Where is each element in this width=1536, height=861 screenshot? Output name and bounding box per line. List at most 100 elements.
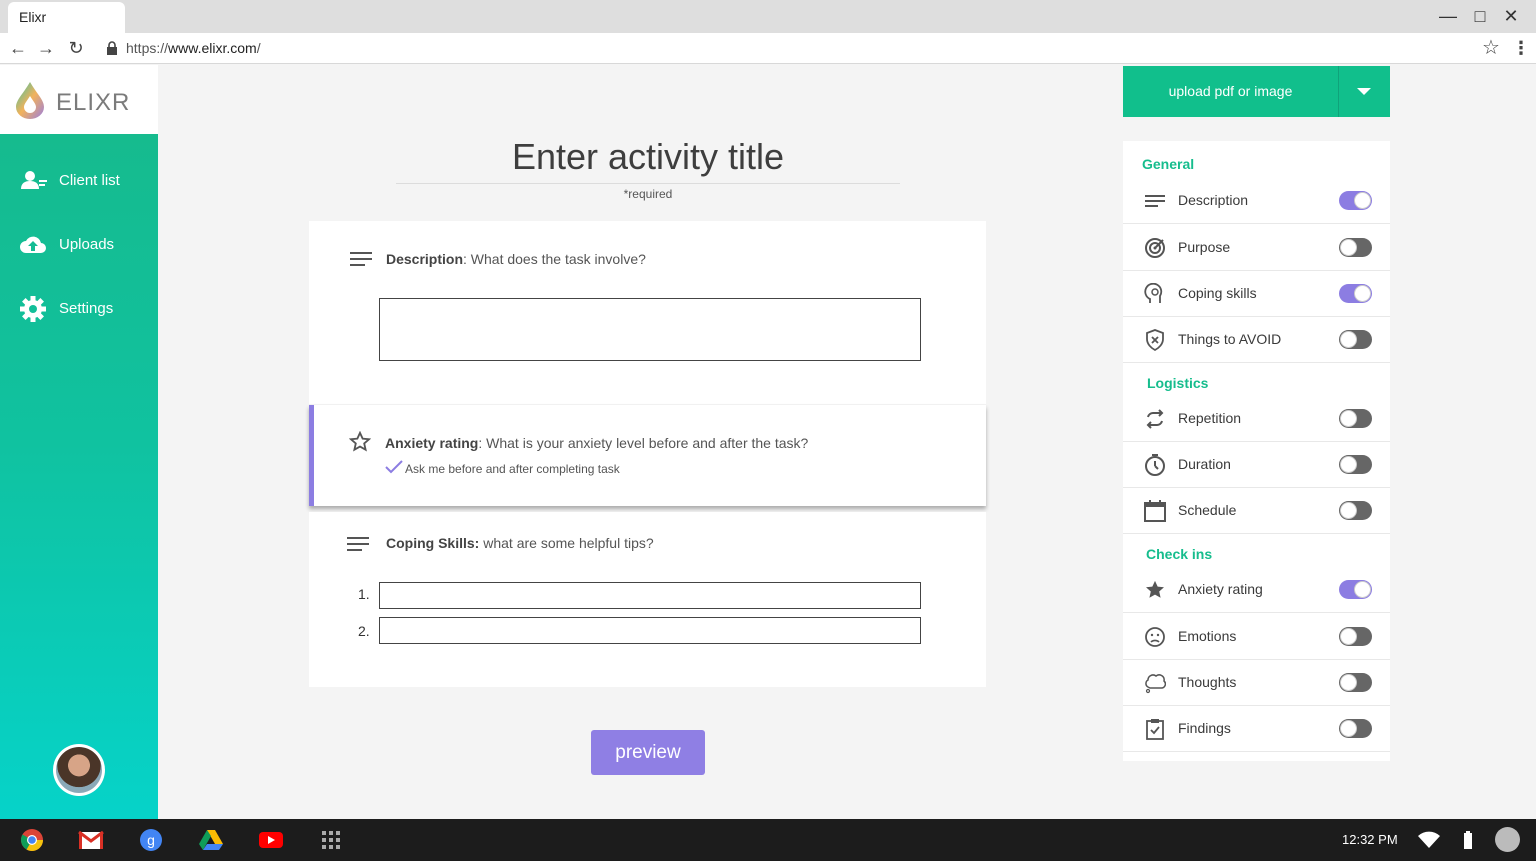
panel-row-description[interactable]: Description (1123, 178, 1390, 224)
row-label: Findings (1178, 720, 1231, 736)
toggle-switch[interactable] (1339, 673, 1372, 692)
panel-row-coping-skills[interactable]: Coping skills (1123, 271, 1390, 317)
preview-button[interactable]: preview (591, 730, 705, 775)
panel-row-repetition[interactable]: Repetition (1123, 396, 1390, 442)
toggle-switch[interactable] (1339, 409, 1372, 428)
lines-icon (1145, 195, 1165, 207)
app-launcher-icon[interactable] (318, 828, 344, 852)
toggle-switch[interactable] (1339, 719, 1372, 738)
youtube-icon[interactable] (258, 828, 284, 852)
toggle-switch[interactable] (1339, 330, 1372, 349)
description-prompt: : What does the task involve? (463, 251, 646, 267)
url-text: https://www.elixr.com/ (126, 40, 261, 56)
clock[interactable]: 12:32 PM (1342, 832, 1398, 847)
head-icon (1144, 283, 1163, 303)
forward-icon[interactable]: → (35, 37, 57, 59)
coping-tip-input-1[interactable] (379, 582, 921, 609)
coping-tip-input-2[interactable] (379, 617, 921, 644)
anxiety-prompt: : What is your anxiety level before and … (478, 435, 809, 451)
address-bar[interactable]: https://www.elixr.com/ (100, 36, 1508, 60)
battery-icon[interactable] (1455, 828, 1481, 852)
row-label: Things to AVOID (1178, 331, 1282, 347)
sidebar-item-uploads[interactable]: Uploads (0, 225, 158, 265)
sad-face-icon (1145, 627, 1165, 647)
list-number: 2. (358, 623, 370, 639)
google-search-icon[interactable]: g (138, 828, 164, 852)
browser-tab-strip: Elixr — □ ✕ (0, 0, 1536, 33)
description-label: Description (386, 251, 464, 267)
upload-label: upload pdf or image (1168, 83, 1293, 99)
target-icon (1145, 238, 1165, 258)
toggle-switch[interactable] (1339, 284, 1372, 303)
maximize-icon[interactable]: □ (1469, 6, 1491, 28)
os-taskbar: g 12:32 PM (0, 819, 1536, 861)
coping-prompt: what are some helpful tips? (479, 535, 654, 551)
row-label: Thoughts (1178, 674, 1237, 690)
menu-dots-icon[interactable]: ⋮ (1510, 37, 1532, 59)
row-label: Anxiety rating (1178, 581, 1263, 597)
anxiety-check-text: Ask me before and after completing task (405, 462, 620, 476)
shield-x-icon (1146, 329, 1164, 351)
user-account-icon[interactable] (1495, 827, 1520, 852)
list-number: 1. (358, 586, 370, 602)
activity-title-input[interactable]: Enter activity title (396, 136, 900, 184)
url-prefix: https:// (126, 40, 169, 56)
toggle-switch[interactable] (1339, 501, 1372, 520)
panel-row-schedule[interactable]: Schedule (1123, 488, 1390, 534)
row-label: Coping skills (1178, 285, 1257, 301)
cloud-upload-icon (20, 236, 46, 253)
panel-row-duration[interactable]: Duration (1123, 442, 1390, 488)
lines-icon (350, 252, 372, 268)
sidebar-item-label: Settings (59, 300, 114, 317)
sidebar: ELIXR Client list Uploads Settings (0, 65, 158, 819)
checkmark-icon[interactable] (385, 460, 403, 474)
url-host: www.elixr.com (168, 40, 257, 56)
wifi-icon[interactable] (1416, 828, 1442, 852)
star-icon (1146, 580, 1164, 598)
sidebar-item-settings[interactable]: Settings (0, 289, 158, 329)
users-icon (21, 171, 47, 189)
drop-logo-icon (16, 82, 44, 119)
star-icon (349, 431, 371, 452)
row-label: Repetition (1178, 410, 1242, 426)
minimize-icon[interactable]: — (1437, 6, 1459, 28)
row-label: Description (1178, 192, 1249, 208)
url-suffix: / (256, 40, 261, 56)
browser-tab[interactable]: Elixr (8, 2, 125, 33)
description-textarea[interactable] (379, 298, 921, 361)
chevron-down-icon[interactable] (1357, 88, 1371, 95)
toggle-switch[interactable] (1339, 580, 1372, 599)
logo[interactable]: ELIXR (0, 65, 158, 134)
panel-row-things-to-avoid[interactable]: Things to AVOID (1123, 317, 1390, 363)
avatar[interactable] (53, 744, 105, 796)
sidebar-item-client-list[interactable]: Client list (0, 161, 158, 201)
sections-panel: General Description Purpose Coping skill… (1123, 141, 1390, 761)
panel-row-thoughts[interactable]: Thoughts (1123, 660, 1390, 706)
coping-question: Coping Skills: what are some helpful tip… (386, 535, 654, 551)
chrome-icon[interactable] (19, 828, 45, 852)
upload-button[interactable]: upload pdf or image (1123, 66, 1390, 117)
row-label: Purpose (1178, 239, 1231, 255)
toggle-switch[interactable] (1339, 191, 1372, 210)
toggle-switch[interactable] (1339, 627, 1372, 646)
lines-icon (347, 537, 369, 553)
panel-row-anxiety-rating[interactable]: Anxiety rating (1123, 567, 1390, 613)
reload-icon[interactable]: ↻ (65, 37, 87, 59)
back-icon[interactable]: ← (7, 37, 29, 59)
close-icon[interactable]: ✕ (1500, 6, 1522, 28)
drive-icon[interactable] (198, 828, 224, 852)
gmail-icon[interactable] (78, 828, 104, 852)
toggle-switch[interactable] (1339, 455, 1372, 474)
thought-bubble-icon (1145, 674, 1166, 694)
panel-row-findings[interactable]: Findings (1123, 706, 1390, 752)
bookmark-star-icon[interactable]: ☆ (1480, 37, 1502, 59)
section-heading-check-ins: Check ins (1146, 546, 1213, 562)
timer-icon (1145, 454, 1165, 476)
calendar-icon (1144, 500, 1166, 522)
panel-row-purpose[interactable]: Purpose (1123, 225, 1390, 271)
anxiety-rating-card[interactable]: Anxiety rating: What is your anxiety lev… (309, 405, 986, 506)
toggle-switch[interactable] (1339, 238, 1372, 257)
panel-row-emotions[interactable]: Emotions (1123, 614, 1390, 660)
gear-icon (20, 296, 46, 322)
tab-title: Elixr (19, 9, 47, 25)
